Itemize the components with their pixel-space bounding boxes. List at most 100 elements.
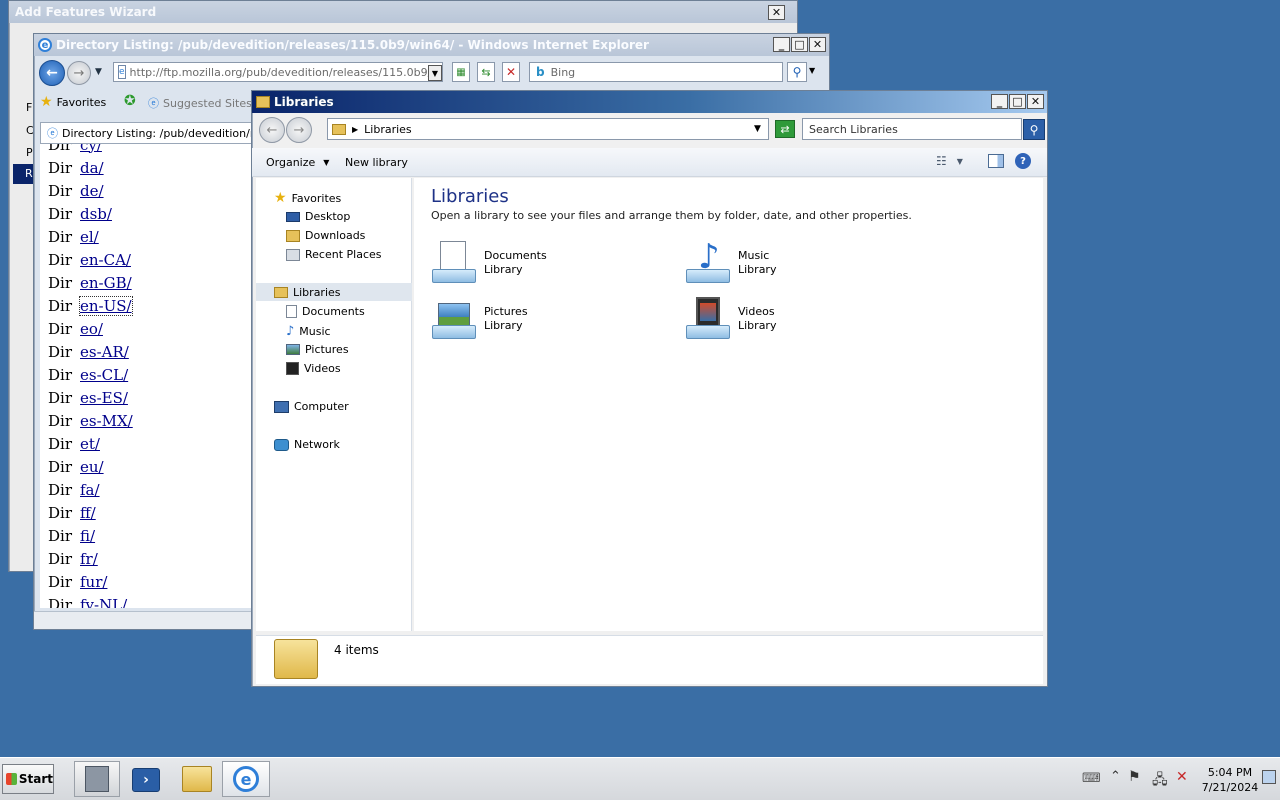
nav-desktop[interactable]: Desktop <box>286 210 350 223</box>
nav-favorites[interactable]: ★ Favorites <box>274 190 341 206</box>
ie-tab[interactable]: ⓔ Directory Listing: /pub/devedition/rel… <box>40 122 254 144</box>
directory-link[interactable]: dsb/ <box>80 205 112 223</box>
nav-label: Favorites <box>291 191 342 205</box>
nav-computer[interactable]: Computer <box>274 400 349 413</box>
explorer-address-dropdown[interactable]: ▼ <box>754 124 761 134</box>
show-desktop-button[interactable] <box>1262 770 1276 784</box>
taskbar-ie[interactable]: e <box>222 761 270 797</box>
directory-link[interactable]: eu/ <box>80 458 104 476</box>
organize-button[interactable]: Organize ▼ <box>266 156 329 169</box>
ie-maximize-button[interactable]: □ <box>791 37 808 52</box>
tray-keyboard-icon[interactable]: ⌨ <box>1082 771 1101 786</box>
directory-link[interactable]: es-ES/ <box>80 389 128 407</box>
nav-libraries[interactable]: Libraries <box>256 283 412 301</box>
library-tile-documents[interactable]: Documents Library <box>432 241 547 285</box>
ie-back-button[interactable]: ← <box>39 60 65 86</box>
directory-link[interactable]: es-MX/ <box>80 412 133 430</box>
directory-link[interactable]: fur/ <box>80 573 107 591</box>
videos-icon <box>286 362 299 375</box>
wizard-titlebar[interactable]: Add Features Wizard <box>9 1 797 23</box>
pictures-library-icon <box>432 297 476 341</box>
taskbar-explorer[interactable] <box>176 761 218 797</box>
directory-link[interactable]: en-US/ <box>79 295 133 316</box>
ie-favorites-button[interactable]: ★ Favorites <box>40 94 106 110</box>
ie-suggested-sites[interactable]: ⓔ Suggested Sites <box>148 95 252 111</box>
tray-network-icon[interactable]: 🖧 <box>1152 769 1168 793</box>
refresh-icon: ⇄ <box>780 122 790 136</box>
tray-flag-icon[interactable]: ⚑ <box>1128 769 1141 785</box>
breadcrumb: Libraries <box>364 122 412 136</box>
directory-row: Dir es-CL/ <box>40 363 252 386</box>
ie-add-favorite-button[interactable]: ✪ <box>124 93 136 109</box>
library-tile-videos[interactable]: Videos Library <box>686 297 776 341</box>
explorer-forward-button[interactable]: → <box>286 117 312 143</box>
directory-link[interactable]: es-CL/ <box>80 366 128 384</box>
ie-compat-button[interactable]: ▦ <box>452 62 470 82</box>
ie-search-button[interactable]: ⚲ <box>787 62 807 82</box>
view-options-button[interactable]: ☷ ▼ <box>936 154 963 168</box>
libraries-minimize-button[interactable]: _ <box>991 94 1008 109</box>
taskbar-powershell[interactable]: › <box>132 768 160 792</box>
explorer-refresh-button[interactable]: ⇄ <box>775 120 795 138</box>
directory-link[interactable]: fr/ <box>80 550 98 568</box>
forward-arrow-icon: → <box>293 122 305 138</box>
libraries-window[interactable]: Libraries _ □ ✕ ← → ▶ Libraries ▼ ⇄ Sear… <box>251 90 1048 687</box>
directory-link[interactable]: cy/ <box>80 144 102 154</box>
directory-link[interactable]: de/ <box>80 182 104 200</box>
ie-minimize-button[interactable]: _ <box>773 37 790 52</box>
library-kind: Library <box>738 319 777 332</box>
directory-link[interactable]: eo/ <box>80 320 103 338</box>
entry-kind: Dir <box>48 480 72 499</box>
libraries-maximize-button[interactable]: □ <box>1009 94 1026 109</box>
entry-kind: Dir <box>48 572 72 591</box>
directory-link[interactable]: fi/ <box>80 527 95 545</box>
ie-refresh-button[interactable]: ⇆ <box>477 62 495 82</box>
directory-link[interactable]: en-CA/ <box>80 251 131 269</box>
ie-close-button[interactable]: ✕ <box>809 37 826 52</box>
ie-search-options[interactable]: ▼ <box>809 66 815 75</box>
ie-search-box[interactable]: b Bing <box>529 62 783 82</box>
new-library-button[interactable]: New library <box>345 156 408 169</box>
explorer-search-button[interactable]: ⚲ <box>1023 119 1045 140</box>
preview-pane-button[interactable] <box>988 154 1004 168</box>
nav-label: Documents <box>302 305 365 318</box>
directory-link[interactable]: da/ <box>80 159 104 177</box>
start-button[interactable]: Start <box>2 764 54 794</box>
tray-volume-muted-icon[interactable]: ✕ <box>1176 769 1188 785</box>
nav-pictures[interactable]: Pictures <box>286 343 349 356</box>
tray-show-hidden-icon[interactable]: ⌃ <box>1110 769 1121 784</box>
nav-documents[interactable]: Documents <box>286 305 365 318</box>
ie-stop-button[interactable]: ✕ <box>502 62 520 82</box>
library-tile-music[interactable]: ♪ Music Library <box>686 237 776 285</box>
tab-page-icon: ⓔ <box>47 127 58 140</box>
nav-videos[interactable]: Videos <box>286 362 341 375</box>
directory-link[interactable]: en-GB/ <box>80 274 132 292</box>
library-tile-pictures[interactable]: Pictures Library <box>432 297 528 341</box>
directory-link[interactable]: et/ <box>80 435 100 453</box>
tray-clock[interactable]: 5:04 PM 7/21/2024 <box>1198 765 1262 795</box>
ie-address-bar[interactable]: e http://ftp.mozilla.org/pub/devedition/… <box>113 62 443 82</box>
wizard-close-button[interactable]: ✕ <box>768 5 785 20</box>
explorer-back-button[interactable]: ← <box>259 117 285 143</box>
directory-link[interactable]: el/ <box>80 228 99 246</box>
ie-titlebar[interactable]: e Directory Listing: /pub/devedition/rel… <box>34 34 829 56</box>
directory-row: Dir eo/ <box>40 317 252 340</box>
taskbar-server-manager[interactable] <box>74 761 120 797</box>
explorer-address-bar[interactable]: ▶ Libraries <box>327 118 769 140</box>
nav-network[interactable]: Network <box>274 438 340 451</box>
nav-downloads[interactable]: Downloads <box>286 229 365 242</box>
libraries-close-button[interactable]: ✕ <box>1027 94 1044 109</box>
ie-history-dropdown[interactable]: ▼ <box>95 67 102 77</box>
directory-link[interactable]: fy-NL/ <box>80 596 127 609</box>
nav-music[interactable]: ♪ Music <box>286 324 331 339</box>
libraries-titlebar[interactable]: Libraries <box>252 91 1047 113</box>
help-button[interactable]: ? <box>1015 153 1031 169</box>
directory-link[interactable]: ff/ <box>80 504 96 522</box>
directory-link[interactable]: es-AR/ <box>80 343 129 361</box>
library-kind: Library <box>484 319 523 332</box>
nav-recent-places[interactable]: Recent Places <box>286 248 382 261</box>
ie-forward-button[interactable]: → <box>67 61 91 85</box>
directory-link[interactable]: fa/ <box>80 481 100 499</box>
explorer-search-box[interactable]: Search Libraries <box>802 118 1022 140</box>
ie-address-dropdown[interactable]: ▼ <box>428 65 442 81</box>
